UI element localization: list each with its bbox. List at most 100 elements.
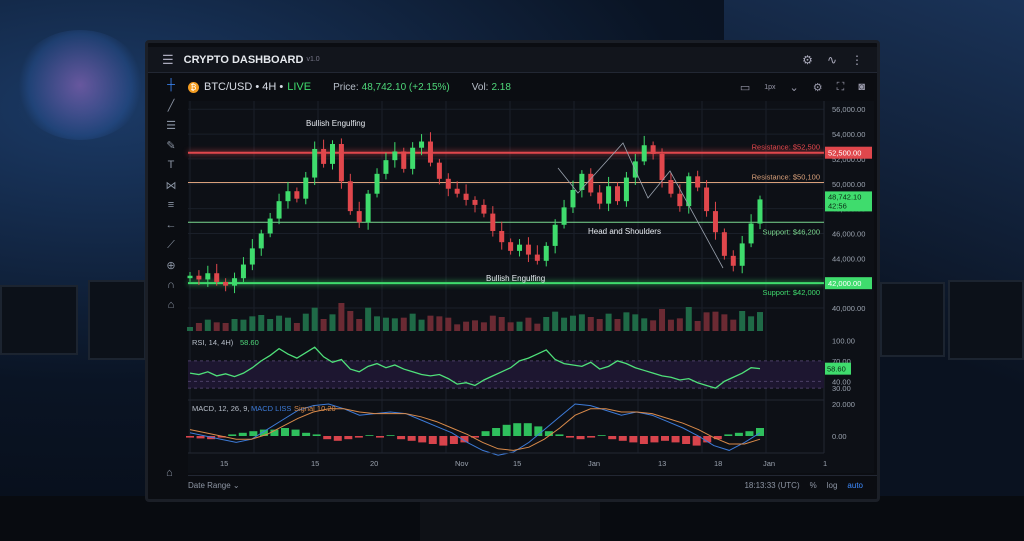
candle-body bbox=[356, 211, 362, 223]
percent-toggle[interactable]: % bbox=[810, 481, 817, 490]
macd-histogram-bar bbox=[386, 435, 395, 436]
level-label: Support: $46,200 bbox=[762, 227, 820, 236]
macd-histogram-bar bbox=[513, 423, 522, 436]
macd-histogram-bar bbox=[397, 436, 406, 440]
volume-bar bbox=[213, 322, 220, 331]
candle-body bbox=[374, 173, 380, 194]
candle-body bbox=[570, 189, 576, 208]
candle-body bbox=[543, 245, 549, 261]
side-monitor-right bbox=[880, 282, 945, 357]
candle-body bbox=[508, 242, 514, 251]
candle-body bbox=[757, 199, 763, 224]
price-tick: 56,000.00 bbox=[832, 105, 865, 114]
macd-histogram-bar bbox=[523, 423, 532, 436]
brain-graphic bbox=[15, 30, 145, 140]
volume-bar bbox=[596, 319, 603, 331]
volume-bar bbox=[454, 324, 461, 331]
volume-bar bbox=[757, 312, 763, 331]
rsi-tick: 30.00 bbox=[832, 384, 851, 393]
macd-histogram-bar bbox=[724, 434, 733, 436]
volume-bar bbox=[338, 303, 345, 331]
monitor-stand bbox=[420, 502, 600, 541]
volume-bar bbox=[569, 315, 576, 331]
macd-histogram-bar bbox=[587, 436, 596, 438]
volume-bar bbox=[400, 317, 407, 331]
chart-bg bbox=[188, 101, 874, 473]
volume-bar bbox=[445, 317, 452, 331]
volume-bar bbox=[231, 319, 238, 331]
macd-histogram-bar bbox=[692, 436, 701, 446]
annotation-bullish-top: Bullish Engulfing bbox=[306, 119, 365, 128]
level-tag-text: 42,000.00 bbox=[828, 279, 861, 288]
price-tick: 54,000.00 bbox=[832, 130, 865, 139]
macd-line-label: MACD LISS bbox=[251, 404, 291, 413]
macd-histogram-bar bbox=[639, 436, 648, 444]
candle-body bbox=[650, 145, 656, 154]
auto-toggle[interactable]: auto bbox=[847, 481, 863, 490]
volume-bar bbox=[374, 316, 381, 331]
candle-body bbox=[267, 218, 273, 234]
candle-body bbox=[695, 176, 701, 188]
chart-canvas[interactable]: 56,000.0054,000.0052,000.0050,000.0048,0… bbox=[148, 43, 877, 475]
candle-body bbox=[312, 148, 318, 178]
volume-bar bbox=[258, 315, 265, 331]
volume-bar bbox=[293, 323, 300, 331]
volume-bar bbox=[534, 323, 541, 331]
price-tick: 44,000.00 bbox=[832, 254, 865, 263]
rsi-band bbox=[188, 360, 824, 389]
candle-body bbox=[615, 186, 620, 202]
price-tick: 40,000.00 bbox=[832, 304, 865, 313]
volume-bar bbox=[516, 321, 523, 331]
macd-histogram-bar bbox=[502, 424, 511, 436]
candle-body bbox=[258, 233, 264, 249]
side-monitor-right-2 bbox=[948, 280, 1024, 360]
candle-body bbox=[712, 211, 718, 233]
candle-body bbox=[240, 264, 246, 279]
side-monitor-left-2 bbox=[88, 280, 146, 360]
macd-histogram-bar bbox=[323, 436, 332, 440]
macd-histogram-bar bbox=[249, 431, 258, 436]
volume-bar bbox=[195, 323, 202, 331]
volume-bar bbox=[427, 315, 434, 331]
log-toggle[interactable]: log bbox=[827, 481, 838, 490]
macd-histogram-bar bbox=[734, 432, 743, 436]
x-axis-tick: Jan bbox=[588, 459, 600, 468]
candle-body bbox=[748, 223, 754, 244]
home-icon[interactable]: ⌂ bbox=[166, 467, 173, 479]
level-tag-text: 52,500.00 bbox=[828, 149, 861, 158]
candle-body bbox=[481, 204, 487, 214]
candle-body bbox=[606, 186, 612, 204]
macd-histogram-bar bbox=[302, 432, 311, 436]
volume-bar bbox=[667, 319, 674, 331]
macd-histogram-bar bbox=[566, 436, 574, 438]
annotation-head-shoulders: Head and Shoulders bbox=[588, 227, 661, 236]
side-monitor-left bbox=[0, 285, 78, 355]
volume-bar bbox=[311, 307, 318, 331]
level-label: Support: $42,000 bbox=[762, 288, 820, 297]
candle-body bbox=[534, 254, 540, 261]
candle-body bbox=[401, 151, 407, 169]
macd-histogram-bar bbox=[428, 436, 437, 444]
candle-body bbox=[517, 244, 523, 251]
volume-bar bbox=[409, 313, 416, 331]
volume-bar bbox=[249, 316, 256, 331]
macd-histogram-bar bbox=[281, 428, 289, 436]
macd-histogram-bar bbox=[418, 436, 427, 443]
signal-label: Signal 10.20 bbox=[294, 404, 336, 413]
macd-histogram-bar bbox=[186, 436, 194, 438]
date-range-button[interactable]: Date Range ⌄ bbox=[188, 481, 240, 490]
level-label: Resistance: $50,100 bbox=[752, 173, 820, 182]
candle-body bbox=[383, 160, 389, 174]
candle-body bbox=[525, 244, 531, 255]
candle-body bbox=[499, 230, 505, 243]
macd-histogram-bar bbox=[629, 436, 638, 443]
macd-histogram-bar bbox=[291, 429, 300, 436]
volume-bar bbox=[650, 320, 657, 331]
volume-bar bbox=[267, 319, 274, 331]
volume-bar bbox=[365, 307, 372, 331]
x-axis-tick: 15 bbox=[513, 459, 521, 468]
volume-bar bbox=[605, 313, 612, 331]
macd-histogram-bar bbox=[407, 436, 416, 441]
volume-bar bbox=[721, 314, 728, 331]
volume-bar bbox=[578, 314, 585, 331]
